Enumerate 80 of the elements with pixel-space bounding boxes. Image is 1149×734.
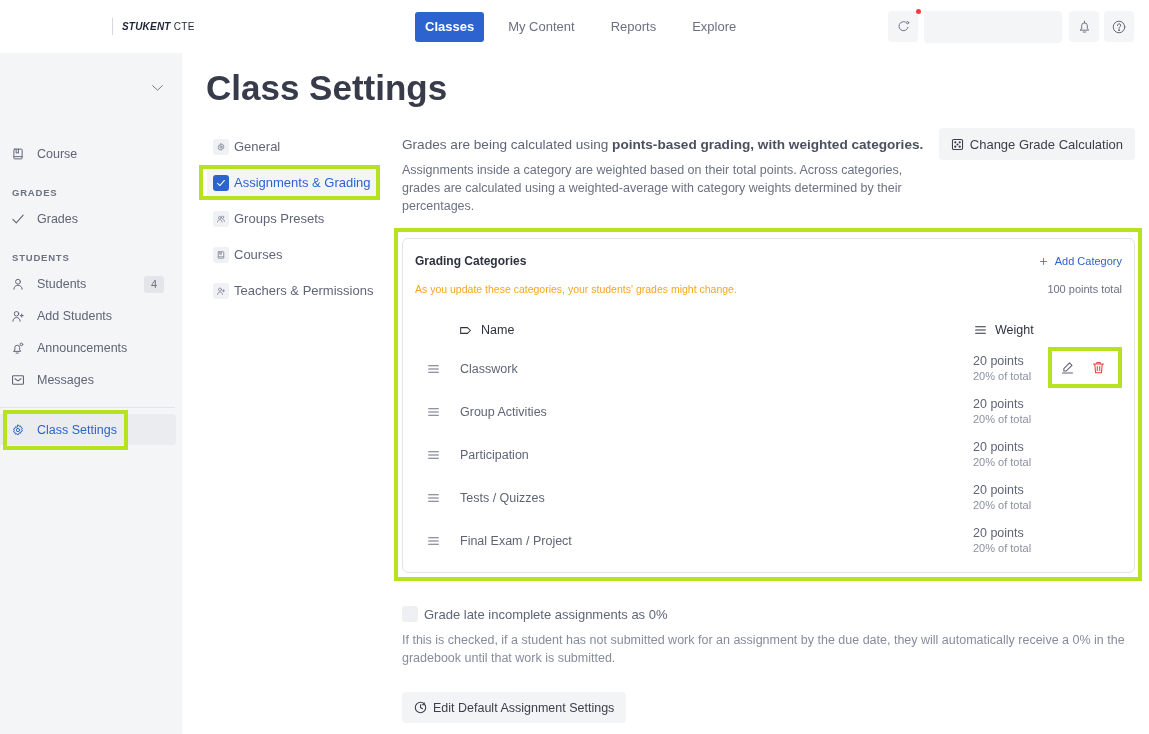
list-icon bbox=[975, 326, 986, 334]
book-icon bbox=[213, 246, 229, 263]
category-points: 20 points bbox=[973, 482, 1025, 498]
clock-icon bbox=[414, 701, 427, 714]
category-points: 20 points bbox=[973, 439, 1025, 455]
category-points: 20 points bbox=[973, 353, 1025, 369]
category-points: 20 points bbox=[973, 525, 1025, 541]
help-icon bbox=[1112, 19, 1126, 34]
category-name: Final Exam / Project bbox=[460, 533, 572, 548]
category-name: Classwork bbox=[460, 361, 518, 376]
drag-handle-icon[interactable] bbox=[428, 450, 439, 459]
change-grade-calculation-button[interactable]: Change Grade Calculation bbox=[938, 128, 1135, 160]
group-icon bbox=[213, 210, 229, 227]
sidebar-item[interactable]: Course bbox=[0, 138, 176, 170]
edit-default-settings-button[interactable]: Edit Default Assignment Settings bbox=[402, 692, 627, 723]
count-badge: 4 bbox=[144, 275, 164, 293]
category-share: 20% of total bbox=[973, 411, 1033, 427]
refresh-icon bbox=[896, 20, 910, 33]
category-points: 20 points bbox=[973, 396, 1025, 412]
tag-icon bbox=[460, 326, 471, 334]
settings-nav-item[interactable]: Teachers & Permissions bbox=[207, 277, 377, 304]
nav-tab[interactable]: Classes bbox=[415, 11, 485, 42]
envelope-icon bbox=[12, 374, 24, 386]
settings-nav-item[interactable]: Courses bbox=[207, 241, 377, 268]
person-plus-icon bbox=[12, 310, 24, 322]
grading-description: Assignments inside a category are weighted based on their total points. Across categories, grades are calculated using a weighted-average with category weights determined by their percentages. bbox=[402, 162, 904, 215]
delete-button[interactable] bbox=[1092, 360, 1105, 374]
trash-icon bbox=[1092, 360, 1105, 374]
notifications-button[interactable] bbox=[1069, 11, 1099, 42]
drag-handle-icon[interactable] bbox=[428, 364, 439, 373]
bell-icon bbox=[1077, 20, 1091, 33]
category-name: Group Activities bbox=[460, 404, 547, 419]
add-category-button[interactable]: Add Category bbox=[1039, 251, 1122, 271]
sidebar-item[interactable]: Grades bbox=[0, 203, 176, 235]
edit-button[interactable] bbox=[1061, 360, 1074, 374]
settings-nav-item[interactable]: General bbox=[207, 133, 377, 160]
bell-icon bbox=[12, 342, 24, 354]
category-name: Participation bbox=[460, 447, 529, 462]
person-icon bbox=[12, 278, 24, 290]
sidebar-item[interactable]: Messages bbox=[0, 364, 176, 396]
chevron-down-icon[interactable] bbox=[152, 85, 163, 91]
drag-handle-icon[interactable] bbox=[428, 407, 439, 416]
check-icon bbox=[12, 213, 24, 225]
settings-nav-item[interactable]: Groups Presets bbox=[207, 205, 377, 232]
points-total: 100 points total bbox=[1047, 282, 1122, 297]
category-share: 20% of total bbox=[973, 540, 1033, 556]
section-heading: GRADES bbox=[11, 186, 59, 200]
sidebar-item[interactable]: Students 4 bbox=[0, 268, 176, 300]
category-share: 20% of total bbox=[973, 368, 1033, 384]
column-header: Name bbox=[481, 323, 515, 337]
column-header: Weight bbox=[995, 323, 1034, 337]
nav-tab[interactable]: My Content bbox=[496, 11, 587, 42]
card-title: Grading Categories bbox=[415, 253, 527, 270]
category-share: 20% of total bbox=[973, 497, 1033, 513]
nav-tab[interactable]: Reports bbox=[598, 11, 669, 42]
settings-icon bbox=[213, 138, 229, 155]
settings-icon bbox=[12, 423, 24, 436]
person-plus-icon bbox=[213, 282, 229, 299]
checkbox-label: Grade late incomplete assignments as 0% bbox=[424, 606, 668, 622]
category-share: 20% of total bbox=[973, 454, 1033, 470]
page-title: Class Settings bbox=[206, 68, 448, 108]
book-icon bbox=[12, 148, 24, 160]
refresh-button[interactable] bbox=[888, 11, 918, 42]
grading-summary: Grades are being calculated using points-based grading, with weighted categories. bbox=[402, 136, 924, 152]
drag-handle-icon[interactable] bbox=[428, 536, 439, 545]
section-heading: STUDENTS bbox=[11, 251, 71, 265]
category-name: Tests / Quizzes bbox=[460, 490, 545, 505]
check-icon bbox=[213, 174, 229, 191]
product-label: CTE bbox=[173, 21, 195, 32]
help-button[interactable] bbox=[1104, 11, 1134, 42]
nav-tab[interactable]: Explore bbox=[680, 11, 749, 42]
warning-text: As you update these categories, your students' grades might change. bbox=[415, 282, 737, 297]
brand-logo: STUKENT bbox=[122, 21, 171, 32]
plus-icon bbox=[1039, 257, 1047, 265]
help-text: If this is checked, if a student has not submitted work for an assignment by the due date, they will automatically receive a 0% in the gradebook until that work is submitted. bbox=[402, 632, 1126, 667]
drag-handle-icon[interactable] bbox=[428, 493, 439, 502]
pencil-icon bbox=[1061, 360, 1074, 374]
calculator-icon bbox=[950, 137, 964, 151]
sidebar-item[interactable]: Add Students bbox=[0, 300, 176, 332]
sidebar-item[interactable]: Announcements bbox=[0, 332, 176, 364]
